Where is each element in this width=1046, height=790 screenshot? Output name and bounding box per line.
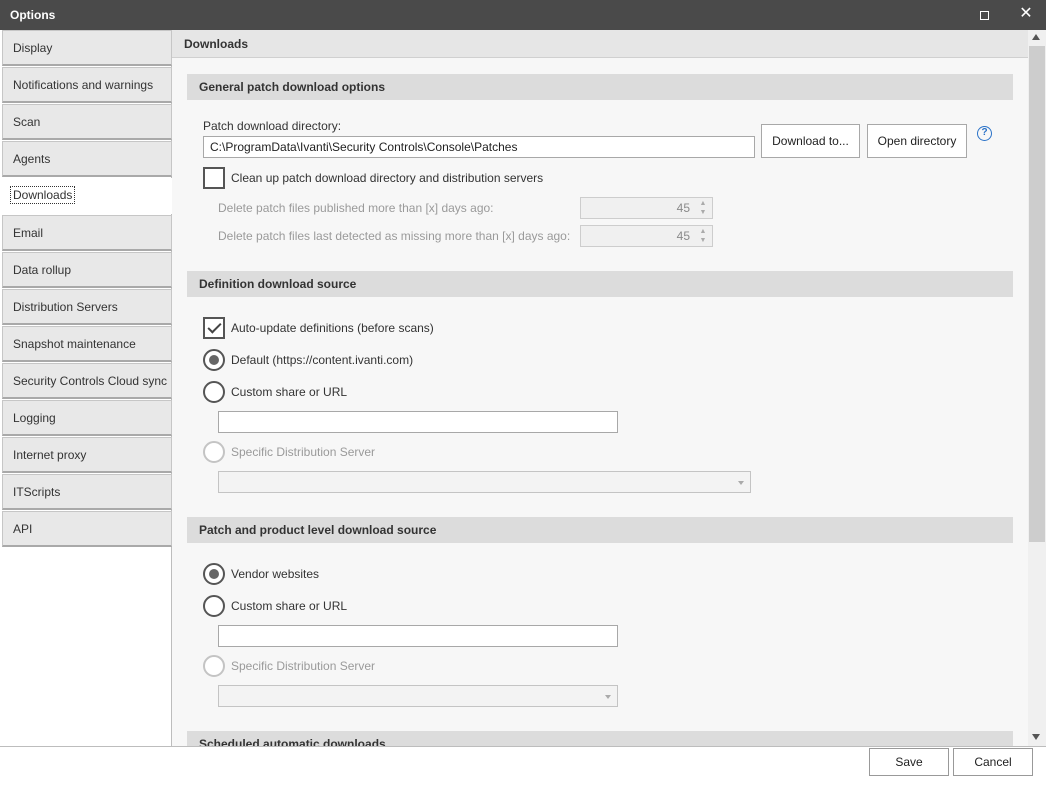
sidebar-item-label: Downloads xyxy=(10,186,76,204)
sidebar-item-downloads[interactable]: Downloads xyxy=(2,178,172,214)
chevron-down-icon xyxy=(605,695,611,699)
sidebar-item-label: Data rollup xyxy=(13,263,72,277)
spinner-arrows-icon: ▲ ▼ xyxy=(699,200,707,216)
published-days-value: 45 xyxy=(676,201,690,215)
sidebar-item-distribution-servers[interactable]: Distribution Servers xyxy=(2,289,172,325)
patch-server-dropdown[interactable] xyxy=(218,685,618,707)
sidebar-item-email[interactable]: Email xyxy=(2,215,172,251)
sidebar-item-label: Logging xyxy=(13,411,56,425)
downloads-panel: Downloads General patch download options… xyxy=(172,30,1028,746)
sidebar-item-label: ITScripts xyxy=(13,485,61,499)
scrollbar-thumb[interactable] xyxy=(1029,46,1045,542)
missing-days-label: Delete patch files last detected as miss… xyxy=(218,229,571,243)
patch-dir-input[interactable]: C:\ProgramData\Ivanti\Security Controls\… xyxy=(203,136,755,158)
maximize-icon[interactable] xyxy=(976,6,994,24)
window-title: Options xyxy=(10,8,56,22)
sidebar-item-label: Notifications and warnings xyxy=(13,78,154,92)
cancel-button[interactable]: Cancel xyxy=(953,748,1033,776)
cleanup-label: Clean up patch download directory and di… xyxy=(231,171,544,185)
patch-specific-server-label: Specific Distribution Server xyxy=(231,659,376,673)
sidebar-item-notifications[interactable]: Notifications and warnings xyxy=(2,67,172,103)
sidebar-item-label: API xyxy=(13,522,33,536)
help-icon[interactable]: ? xyxy=(977,126,992,141)
sidebar-item-data-rollup[interactable]: Data rollup xyxy=(2,252,172,288)
missing-days-value: 45 xyxy=(676,229,690,243)
patch-dir-label: Patch download directory: xyxy=(203,119,342,133)
save-button[interactable]: Save xyxy=(869,748,949,776)
sidebar-item-agents[interactable]: Agents xyxy=(2,141,172,177)
content-scrollbar[interactable] xyxy=(1028,30,1046,746)
sidebar-item-internet-proxy[interactable]: Internet proxy xyxy=(2,437,172,473)
sidebar-item-label: Internet proxy xyxy=(13,448,87,462)
cleanup-checkbox[interactable] xyxy=(203,167,225,189)
chevron-down-icon xyxy=(738,481,744,485)
sidebar-item-label: Display xyxy=(13,41,53,55)
auto-update-label: Auto-update definitions (before scans) xyxy=(231,321,434,335)
download-to-button[interactable]: Download to... xyxy=(761,124,860,158)
options-sidebar: Display Notifications and warnings Scan … xyxy=(0,30,172,746)
scroll-down-icon[interactable] xyxy=(1032,734,1040,740)
title-bar: Options ✕ xyxy=(0,0,1046,30)
sidebar-item-scan[interactable]: Scan xyxy=(2,104,172,140)
sidebar-item-label: Distribution Servers xyxy=(13,300,118,314)
open-directory-button[interactable]: Open directory xyxy=(867,124,967,158)
patch-custom-label: Custom share or URL xyxy=(231,599,348,613)
patch-custom-radio[interactable] xyxy=(203,595,225,617)
sidebar-item-label: Snapshot maintenance xyxy=(13,337,136,351)
sidebar-item-api[interactable]: API xyxy=(2,511,172,547)
scroll-up-icon[interactable] xyxy=(1032,34,1040,40)
section-patch-source-heading: Patch and product level download source xyxy=(187,517,1013,543)
sidebar-item-snapshot-maintenance[interactable]: Snapshot maintenance xyxy=(2,326,172,362)
dialog-footer: Save Cancel xyxy=(0,746,1046,790)
section-scheduled-heading: Scheduled automatic downloads xyxy=(187,731,1013,746)
sidebar-item-label: Scan xyxy=(13,115,41,129)
spinner-arrows-icon: ▲ ▼ xyxy=(699,228,707,244)
sidebar-item-logging[interactable]: Logging xyxy=(2,400,172,436)
patch-custom-url-input[interactable] xyxy=(218,625,618,647)
section-general-heading: General patch download options xyxy=(187,74,1013,100)
published-days-spinner[interactable]: 45 ▲ ▼ xyxy=(580,197,713,219)
patch-vendor-radio[interactable] xyxy=(203,563,225,585)
definition-custom-radio[interactable] xyxy=(203,381,225,403)
definition-specific-server-label: Specific Distribution Server xyxy=(231,445,376,459)
section-definition-heading: Definition download source xyxy=(187,271,1013,297)
patch-vendor-label: Vendor websites xyxy=(231,567,320,581)
missing-days-spinner[interactable]: 45 ▲ ▼ xyxy=(580,225,713,247)
close-icon[interactable]: ✕ xyxy=(1016,4,1036,24)
definition-specific-server-radio[interactable] xyxy=(203,441,225,463)
sidebar-item-label: Security Controls Cloud sync xyxy=(13,374,168,388)
sidebar-item-cloud-sync[interactable]: Security Controls Cloud sync xyxy=(2,363,172,399)
definition-custom-url-input[interactable] xyxy=(218,411,618,433)
sidebar-item-display[interactable]: Display xyxy=(2,30,172,66)
definition-default-radio[interactable] xyxy=(203,349,225,371)
auto-update-checkbox[interactable] xyxy=(203,317,225,339)
definition-server-dropdown[interactable] xyxy=(218,471,751,493)
published-days-label: Delete patch files published more than [… xyxy=(218,201,494,215)
page-title: Downloads xyxy=(172,30,1028,58)
definition-custom-label: Custom share or URL xyxy=(231,385,348,399)
sidebar-item-label: Email xyxy=(13,226,44,240)
sidebar-item-label: Agents xyxy=(13,152,51,166)
patch-specific-server-radio[interactable] xyxy=(203,655,225,677)
definition-default-label: Default (https://content.ivanti.com) xyxy=(231,353,414,367)
sidebar-item-itscripts[interactable]: ITScripts xyxy=(2,474,172,510)
